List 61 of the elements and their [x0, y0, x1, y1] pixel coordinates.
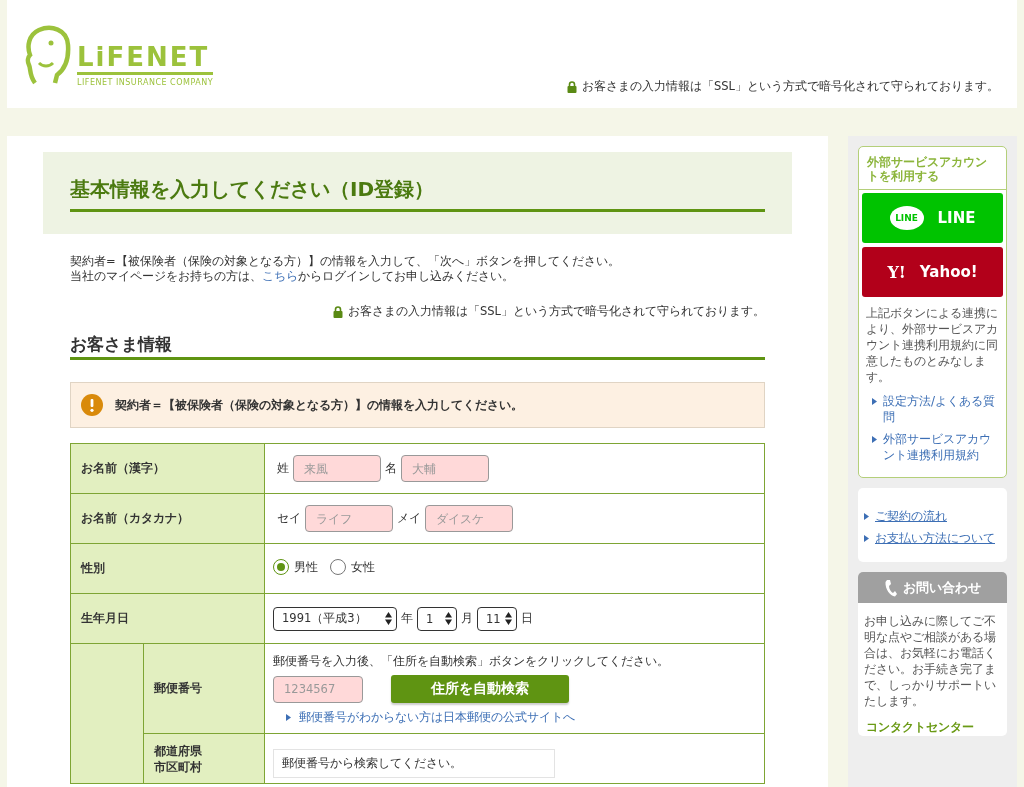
ssl-notice: お客さまの入力情報は「SSL」という方式で暗号化されて守られております。	[348, 304, 765, 319]
logo-text: LiFENET	[77, 42, 214, 75]
login-link[interactable]: こちら	[262, 269, 298, 283]
triangle-bullet-icon	[872, 398, 877, 405]
contact-center-title: コンタクトセンター	[866, 719, 975, 736]
address-search-button[interactable]: 住所を自動検索	[391, 675, 569, 703]
postal-site-link[interactable]: 郵便番号がわからない方は日本郵便の公式サイトへ	[299, 710, 575, 725]
card-title: 外部サービスアカウントを利用する	[859, 147, 1006, 190]
field-label: 生年月日	[70, 593, 265, 644]
updown-arrows-icon	[445, 612, 452, 625]
field-label: 性別	[70, 543, 265, 594]
field-prefix: 姓	[277, 461, 289, 475]
consent-note: 上記ボタンによる連携により、外部サービスアカウント連携利用規約に同意したものとみなします。	[866, 305, 999, 385]
contact-text: お申し込みに際してご不明な点やご相談がある場合は、お気軽にお電話ください。お手続き完了まで、しっかりサポートいたします。	[864, 613, 997, 709]
triangle-bullet-icon	[872, 436, 877, 443]
input-field[interactable]: ダイスケ	[425, 505, 513, 532]
postal-code-field[interactable]: 1234567	[273, 675, 363, 703]
login-text: 当社のマイページをお持ちの方は、こちらからログインしてお申し込みください。	[70, 269, 515, 284]
field-label: 郵便番号	[154, 681, 202, 695]
face-logo-icon	[25, 25, 71, 87]
guide-link[interactable]: お支払い方法について	[875, 530, 995, 546]
field-label: お名前（漢字）	[70, 443, 265, 494]
phone-icon	[884, 578, 897, 597]
input-field[interactable]: 大輔	[401, 455, 489, 482]
ssl-notice: お客さまの入力情報は「SSL」という方式で暗号化されて守られております。	[582, 79, 999, 94]
section-title: お客さま情報	[70, 333, 765, 360]
guide-link[interactable]: ご契約の流れ	[875, 508, 947, 524]
instruction-text: 郵便番号を入力後、「住所を自動検索」ボタンをクリックしてください。	[273, 654, 670, 669]
field-prefix: 名	[385, 461, 397, 475]
exclamation-icon	[81, 394, 103, 416]
page-title: 基本情報を入力してください（ID登録）	[70, 176, 765, 212]
field-label: 市区町村	[154, 758, 203, 775]
field-suffix: 日	[521, 611, 533, 625]
logo-subtext: LIFENET INSURANCE COMPANY	[77, 78, 214, 87]
select-field[interactable]: 1	[417, 606, 457, 631]
lock-icon	[567, 80, 577, 93]
triangle-bullet-icon	[864, 535, 869, 542]
lock-icon	[333, 305, 343, 318]
sidebar-link[interactable]: 外部サービスアカウント連携利用規約	[883, 431, 999, 463]
field-label: お名前（カタカナ）	[70, 493, 265, 544]
select-field[interactable]: 1991（平成3）	[273, 606, 397, 631]
field-prefix: セイ	[277, 511, 301, 525]
field-label: 都道府県	[154, 742, 203, 759]
intro-text: 契約者=【被保険者（保険の対象となる方）】の情報を入力して、「次へ」ボタンを押してください。	[70, 254, 621, 269]
radio-label: 男性	[294, 559, 318, 575]
field-suffix: 月	[461, 611, 473, 625]
updown-arrows-icon	[505, 612, 512, 625]
updown-arrows-icon	[385, 612, 392, 625]
field-prefix: メイ	[397, 511, 421, 525]
triangle-bullet-icon	[864, 513, 869, 520]
radio-label: 女性	[351, 559, 375, 575]
address-display-field: 郵便番号から検索してください。	[273, 749, 555, 778]
alert-text: 契約者＝【被保険者（保険の対象となる方）】の情報を入力してください。	[115, 396, 523, 414]
input-field[interactable]: ライフ	[305, 505, 393, 532]
sidebar-link[interactable]: 設定方法/よくある質問	[883, 393, 999, 425]
triangle-bullet-icon	[286, 714, 291, 721]
select-field[interactable]: 11	[477, 606, 517, 631]
yahoo-login-button[interactable]: Y! Yahoo!	[862, 247, 1003, 297]
contact-title: お問い合わせ	[902, 578, 981, 597]
input-field[interactable]: 来風	[293, 455, 381, 482]
field-suffix: 年	[401, 611, 413, 625]
